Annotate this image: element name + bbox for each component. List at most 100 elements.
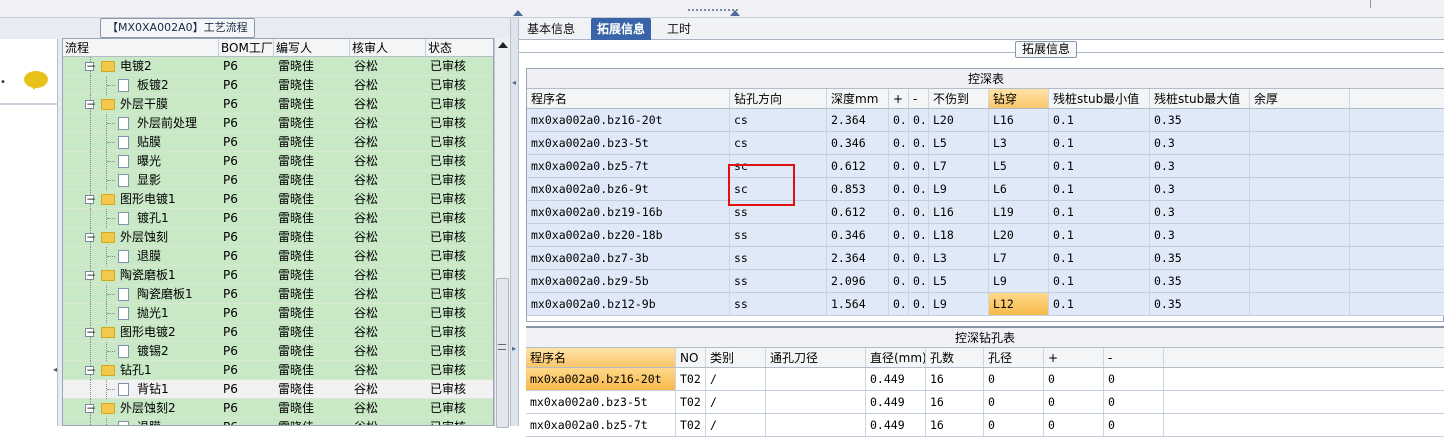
- table-cell[interactable]: [766, 368, 866, 390]
- tree-row[interactable]: 背钻1 P6 雷晓佳 谷松 已审核: [63, 380, 493, 399]
- table-cell[interactable]: [1250, 224, 1350, 246]
- table-cell[interactable]: 0.449: [866, 391, 926, 413]
- tree-row[interactable]: 镀孔1 P6 雷晓佳 谷松 已审核: [63, 209, 493, 228]
- table-cell[interactable]: 0: [1104, 391, 1164, 413]
- table-cell[interactable]: 2.364: [827, 247, 889, 269]
- column-header[interactable]: 通孔刀径: [766, 348, 866, 367]
- table-cell[interactable]: 0..: [889, 224, 909, 246]
- table-cell[interactable]: 2.364: [827, 109, 889, 131]
- collapse-toggle-icon[interactable]: −: [85, 269, 96, 281]
- table-cell[interactable]: ss: [730, 270, 827, 292]
- table-cell[interactable]: mx0xa002a0.bz19-16b: [527, 201, 730, 223]
- table-cell[interactable]: 0.3: [1150, 224, 1250, 246]
- table-cell[interactable]: 0..: [909, 293, 929, 315]
- table-cell[interactable]: 16: [926, 368, 984, 390]
- table-cell[interactable]: L20: [929, 109, 989, 131]
- tree-row[interactable]: 退膜 P6 雷晓佳 谷松 已审核: [63, 247, 493, 266]
- table-cell[interactable]: 0..: [889, 178, 909, 200]
- table-row[interactable]: mx0xa002a0.bz7-3bss2.3640..0..L3L70.10.3…: [527, 247, 1444, 270]
- table-row[interactable]: mx0xa002a0.bz20-18bss0.3460..0..L18L200.…: [527, 224, 1444, 247]
- table-cell[interactable]: 0.3: [1150, 178, 1250, 200]
- table-cell[interactable]: [1250, 109, 1350, 131]
- table-cell[interactable]: mx0xa002a0.bz16-20t: [527, 109, 730, 131]
- table-cell[interactable]: L5: [929, 270, 989, 292]
- collapse-toggle-icon[interactable]: −: [85, 98, 96, 110]
- collapse-arrow-icon[interactable]: [730, 10, 740, 16]
- table-cell[interactable]: cs: [730, 109, 827, 131]
- column-header-flow[interactable]: 流程: [63, 39, 219, 57]
- table-cell[interactable]: 0.612: [827, 201, 889, 223]
- collapse-toggle-icon[interactable]: −: [85, 326, 96, 338]
- tree-row[interactable]: − 外层干膜 P6 雷晓佳 谷松 已审核: [63, 95, 493, 114]
- table-cell[interactable]: 0.1: [1049, 247, 1150, 269]
- table-cell[interactable]: 0.1: [1049, 178, 1150, 200]
- chat-bubble-icon[interactable]: [24, 71, 48, 90]
- table-cell[interactable]: 0.1: [1049, 132, 1150, 154]
- tree-row[interactable]: 显影 P6 雷晓佳 谷松 已审核: [63, 171, 493, 190]
- table-cell[interactable]: [1250, 132, 1350, 154]
- column-header[interactable]: 不伤到: [929, 89, 989, 108]
- collapse-toggle-icon[interactable]: −: [85, 60, 96, 72]
- column-header[interactable]: 类别: [706, 348, 766, 367]
- table-cell[interactable]: 0.449: [866, 368, 926, 390]
- table-cell[interactable]: 0: [1044, 391, 1104, 413]
- table-cell[interactable]: /: [706, 414, 766, 436]
- table-cell[interactable]: ss: [730, 293, 827, 315]
- table-cell[interactable]: [1250, 155, 1350, 177]
- column-header-writer[interactable]: 编写人: [274, 39, 350, 57]
- table-cell[interactable]: ss: [730, 224, 827, 246]
- column-header[interactable]: 程序名: [527, 89, 730, 108]
- table-cell[interactable]: L20: [989, 224, 1049, 246]
- table-cell[interactable]: 0..: [889, 201, 909, 223]
- column-header-bom[interactable]: BOM工厂: [219, 39, 274, 57]
- table-cell[interactable]: 0.346: [827, 224, 889, 246]
- depth-control-table[interactable]: 控深表 程序名 钻孔方向 深度mm + - 不伤到 钻穿 残桩stub最小值 残桩stub最大值…: [526, 68, 1444, 322]
- vertical-splitter[interactable]: ◂ ▸: [510, 18, 519, 426]
- table-row[interactable]: mx0xa002a0.bz16-20tcs2.3640..0..L20L160.…: [527, 109, 1444, 132]
- tree-row[interactable]: − 图形电镀2 P6 雷晓佳 谷松 已审核: [63, 323, 493, 342]
- collapse-toggle-icon[interactable]: −: [85, 364, 96, 376]
- tree-row[interactable]: − 陶瓷磨板1 P6 雷晓佳 谷松 已审核: [63, 266, 493, 285]
- tree-row[interactable]: − 图形电镀1 P6 雷晓佳 谷松 已审核: [63, 190, 493, 209]
- table-cell[interactable]: 0..: [889, 247, 909, 269]
- tab-basic-info[interactable]: 基本信息: [521, 18, 581, 40]
- column-header-status[interactable]: 状态: [426, 39, 493, 57]
- splitter-arrow-icon[interactable]: ◂: [512, 78, 516, 87]
- table-cell[interactable]: 0..: [889, 293, 909, 315]
- column-header[interactable]: +: [1044, 348, 1104, 367]
- table-cell[interactable]: [766, 391, 866, 413]
- table-cell[interactable]: 0..: [889, 132, 909, 154]
- column-header[interactable]: 残桩stub最大值: [1150, 89, 1250, 108]
- table-cell[interactable]: 0.449: [866, 414, 926, 436]
- table-cell[interactable]: mx0xa002a0.bz7-3b: [527, 247, 730, 269]
- table-cell[interactable]: 0.853: [827, 178, 889, 200]
- column-header-reviewer[interactable]: 核审人: [350, 39, 426, 57]
- table-cell[interactable]: 0..: [909, 270, 929, 292]
- table-cell[interactable]: 0.1: [1049, 224, 1150, 246]
- table-cell[interactable]: T02: [676, 368, 706, 390]
- table-cell[interactable]: 0.1: [1049, 109, 1150, 131]
- table-cell[interactable]: 0: [984, 414, 1044, 436]
- table-cell[interactable]: [1250, 178, 1350, 200]
- table-cell[interactable]: 0.35: [1150, 247, 1250, 269]
- table-cell[interactable]: 0: [1044, 414, 1104, 436]
- splitter-arrow-icon[interactable]: ▸: [512, 344, 516, 353]
- top-splitter-bar[interactable]: [0, 0, 1444, 18]
- table-cell[interactable]: [1250, 201, 1350, 223]
- column-header[interactable]: 余厚: [1250, 89, 1350, 108]
- table-cell[interactable]: T02: [676, 391, 706, 413]
- table-cell[interactable]: 0.35: [1150, 270, 1250, 292]
- table-cell[interactable]: 0..: [889, 270, 909, 292]
- table-cell[interactable]: 0.1: [1049, 201, 1150, 223]
- table-cell[interactable]: [1250, 247, 1350, 269]
- table-cell[interactable]: 0: [1104, 414, 1164, 436]
- table-cell[interactable]: mx0xa002a0.bz5-7t: [527, 155, 730, 177]
- collapse-arrow-icon[interactable]: [513, 10, 523, 16]
- table-row[interactable]: mx0xa002a0.bz16-20t T02/0.449 16 0 0 0: [526, 368, 1444, 391]
- table-row[interactable]: mx0xa002a0.bz9-5bss2.0960..0..L5L90.10.3…: [527, 270, 1444, 293]
- table-cell[interactable]: 0..: [909, 155, 929, 177]
- table-cell[interactable]: 0: [984, 368, 1044, 390]
- table-cell[interactable]: cs: [730, 132, 827, 154]
- table-cell[interactable]: /: [706, 391, 766, 413]
- tree-row[interactable]: 曝光 P6 雷晓佳 谷松 已审核: [63, 152, 493, 171]
